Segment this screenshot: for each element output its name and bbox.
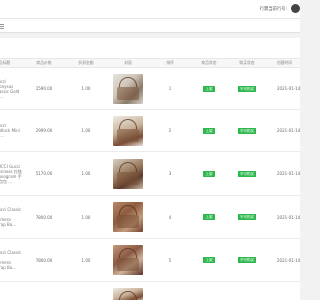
header-cover: 封面 xyxy=(124,60,132,65)
product-title: Gucci Classic G Camera Strap Ba... xyxy=(0,250,22,270)
product-title: Gucci Dionysus Classic Gold Ba... xyxy=(0,78,20,99)
product-price: 5170.00 xyxy=(35,171,53,176)
product-cover-image[interactable] xyxy=(113,115,143,146)
header-status: 商品状态 xyxy=(201,60,217,65)
product-title: GUCCI Gucci Business 拉链 Monogram 手 提包包 .… xyxy=(0,163,22,184)
top-bar: 行需当前行号: xyxy=(0,0,300,18)
product-discount: 1.00 xyxy=(81,257,91,263)
product-created-time: 2021-01-14 xyxy=(277,214,301,220)
product-cover-image[interactable] xyxy=(113,158,143,189)
table-row[interactable]: Gucci Classic G Camera Strap Ba... 7800.… xyxy=(0,196,300,239)
product-cover-image[interactable] xyxy=(113,245,143,275)
menu-icon[interactable] xyxy=(0,23,6,29)
status-badge[interactable]: 上架 xyxy=(203,85,215,92)
table-row[interactable]: Gucci Classic G Camera Strap Ba... 7800.… xyxy=(0,239,300,282)
product-order: 1 xyxy=(168,86,172,91)
product-price: 7800.00 xyxy=(35,257,53,263)
avatar[interactable] xyxy=(291,4,300,13)
status-badge[interactable]: 上架 xyxy=(203,170,215,177)
product-cover-image[interactable] xyxy=(113,73,143,104)
product-created-time: 2021-01-14 xyxy=(277,86,301,91)
status-badge[interactable]: 上架 xyxy=(203,257,215,263)
buy-status-badge[interactable]: 不可购买 xyxy=(237,127,257,134)
product-order: 5 xyxy=(168,257,172,263)
content-panel: 商品标题 商品价格 折扣金额 封面 排序 商品状态 购买状态 创建时间 Gucc… xyxy=(0,38,300,300)
product-created-time: 2021-01-14 xyxy=(277,171,301,176)
product-order: 2 xyxy=(168,128,172,133)
product-title: Gucci Classic G Camera Strap Ba... xyxy=(0,207,22,227)
header-buy-status: 购买状态 xyxy=(239,60,255,65)
product-discount: 1.00 xyxy=(81,86,91,91)
buy-status-badge[interactable]: 不可购买 xyxy=(237,170,257,177)
status-badge[interactable]: 上架 xyxy=(203,127,215,134)
product-title: Gucci Padlock Mini Ba... xyxy=(0,123,20,138)
product-price: 7800.00 xyxy=(35,214,53,220)
header-order: 排序 xyxy=(166,60,174,65)
table-row[interactable]: Gucci Dionysus Classic Gold Ba... 1590.0… xyxy=(0,68,300,110)
buy-status-badge[interactable]: 不可购买 xyxy=(237,214,257,220)
header-title: 商品标题 xyxy=(0,60,11,65)
product-price: 1590.00 xyxy=(35,86,53,91)
table-row[interactable]: Gucci Padlock Mini Ba... 2999.00 1.00 2 … xyxy=(0,110,300,152)
header-price: 商品价格 xyxy=(36,60,52,65)
product-order: 3 xyxy=(168,171,172,176)
table-row[interactable] xyxy=(0,282,300,300)
product-order: 4 xyxy=(168,214,172,220)
sub-toolbar xyxy=(0,18,300,33)
header-discount: 折扣金额 xyxy=(78,60,94,65)
status-badge[interactable]: 上架 xyxy=(203,214,215,220)
buy-status-badge[interactable]: 不可购买 xyxy=(237,257,257,263)
product-discount: 1.00 xyxy=(81,214,91,220)
header-created-time: 创建时间 xyxy=(277,60,293,65)
product-cover-image[interactable] xyxy=(113,288,143,300)
buy-status-badge[interactable]: 不可购买 xyxy=(237,85,257,92)
table-row[interactable]: GUCCI Gucci Business 拉链 Monogram 手 提包包 .… xyxy=(0,152,300,196)
product-created-time: 2021-01-14 xyxy=(277,257,301,263)
product-discount: 1.00 xyxy=(81,171,91,176)
product-cover-image[interactable] xyxy=(113,202,143,232)
current-user-text: 行需当前行号: xyxy=(259,7,287,12)
product-price: 2999.00 xyxy=(35,128,53,133)
product-created-time: 2021-01-14 xyxy=(277,128,301,133)
table-header: 商品标题 商品价格 折扣金额 封面 排序 商品状态 购买状态 创建时间 xyxy=(0,58,300,68)
product-discount: 1.00 xyxy=(81,128,91,133)
